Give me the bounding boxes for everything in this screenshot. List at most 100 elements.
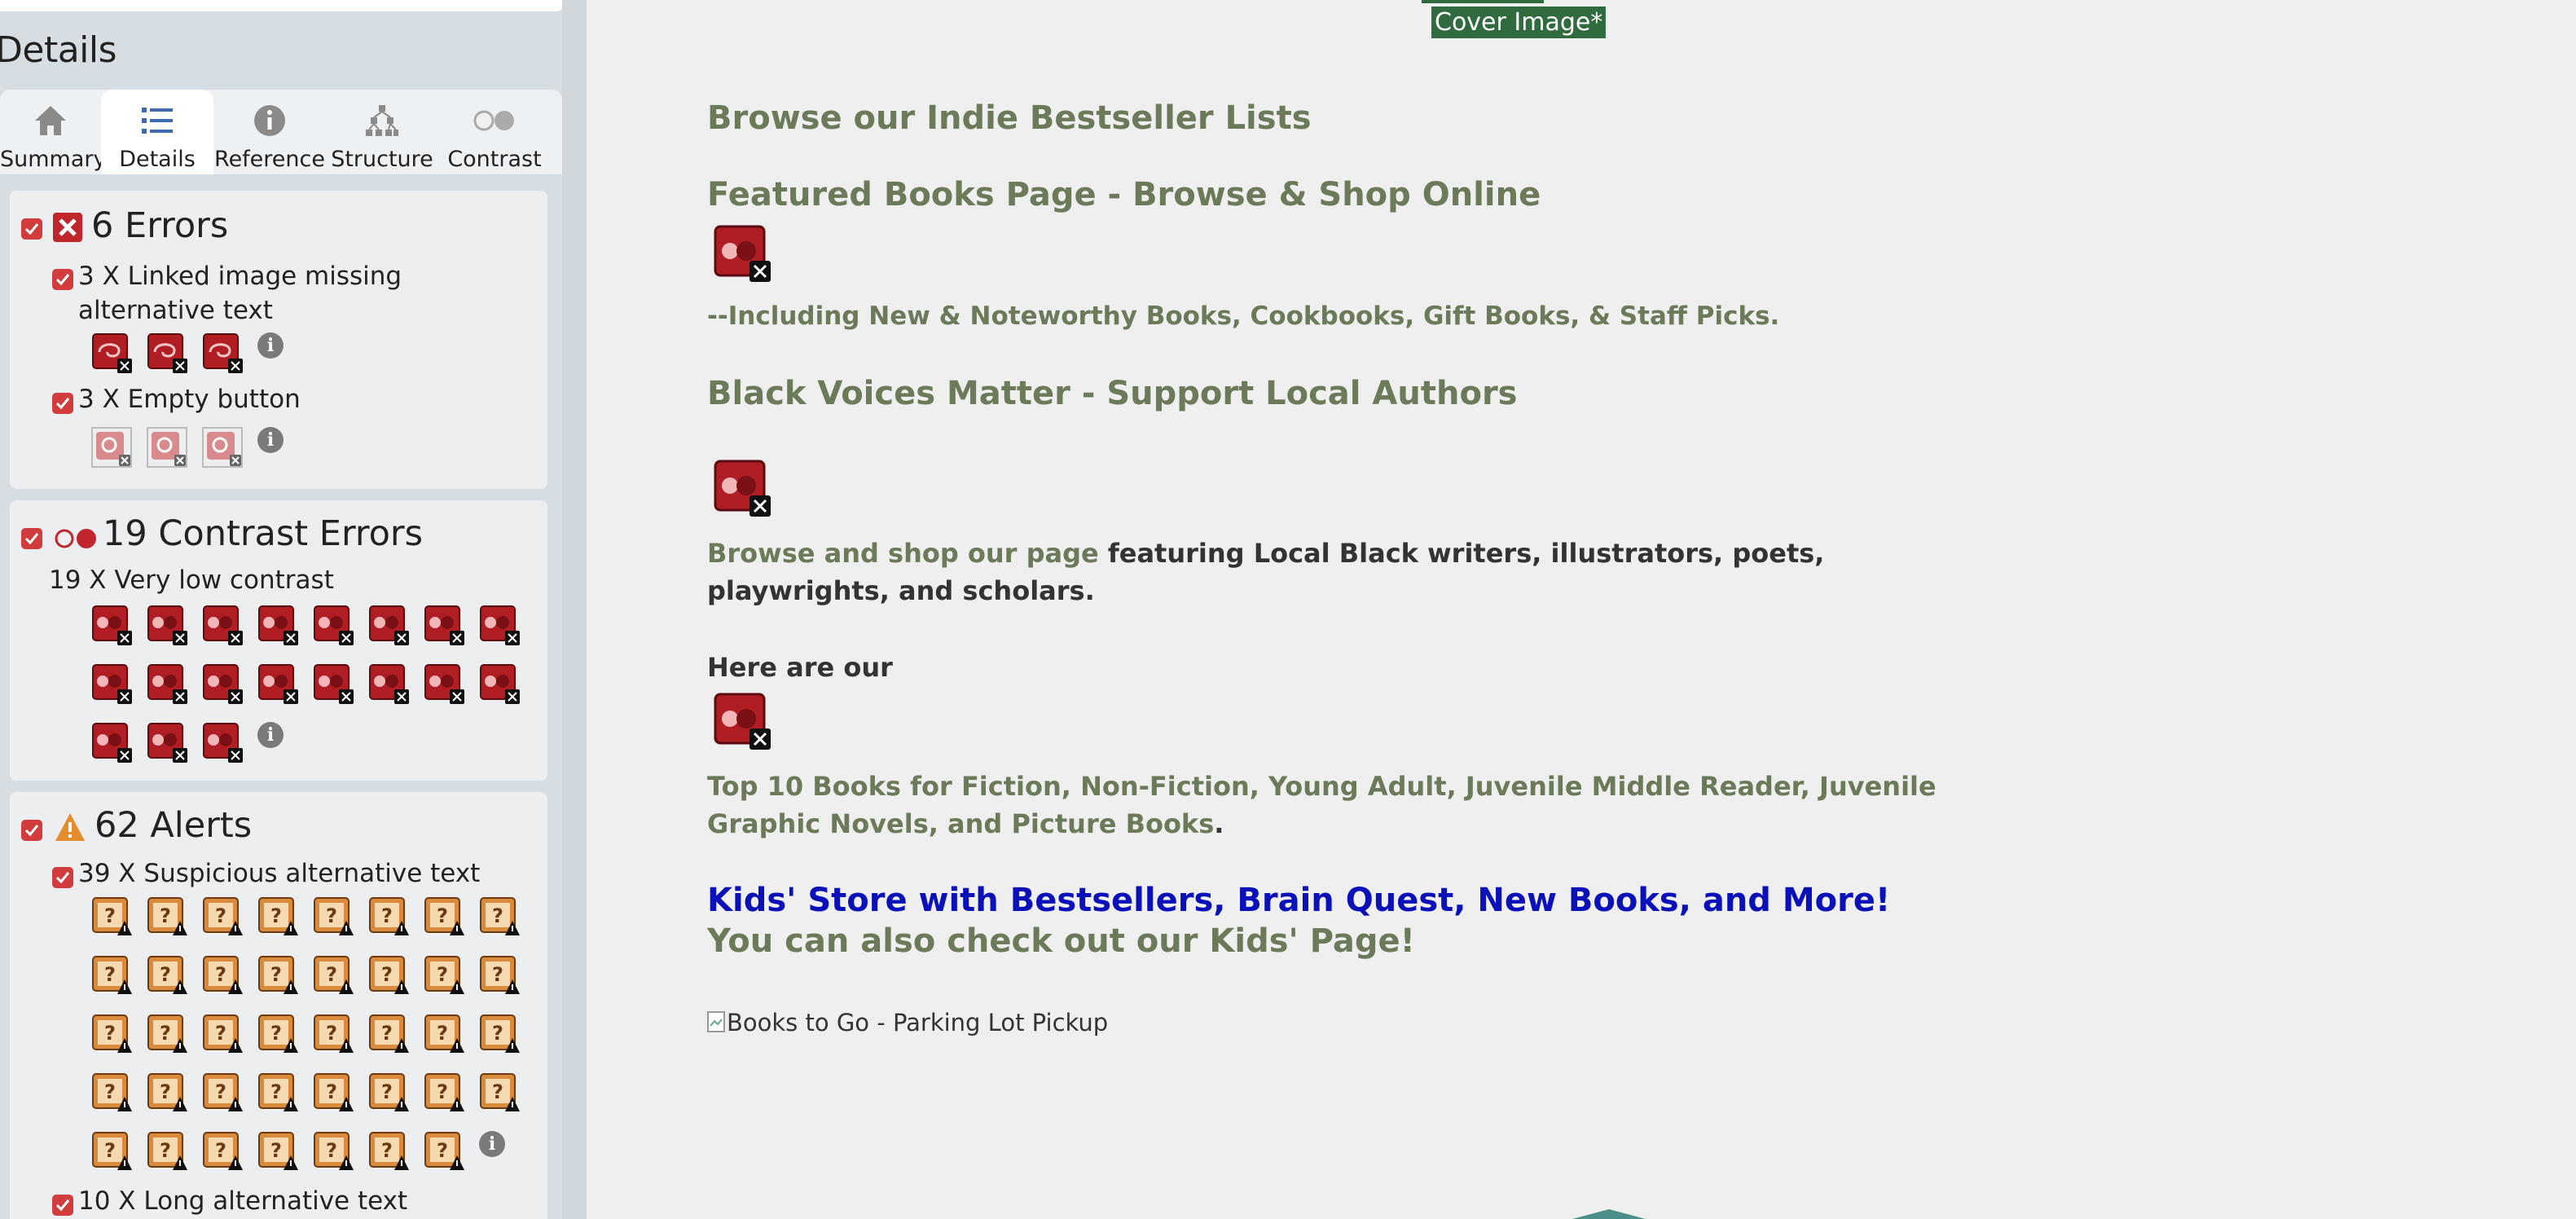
contrast-error-icon[interactable] (202, 722, 244, 764)
suspicious-alt-icon[interactable]: ? (257, 1131, 300, 1173)
contrast-error-icon-cell (147, 663, 202, 722)
tab-reference[interactable]: Reference (213, 90, 326, 174)
tab-reference-label: Reference (214, 147, 325, 172)
tab-structure[interactable]: Structure (326, 90, 438, 174)
tab-contrast[interactable]: Contrast (438, 90, 551, 174)
suspicious-alt-icon[interactable]: ? (91, 955, 134, 997)
empty-button-error-icon[interactable] (202, 427, 244, 469)
contrast-error-icon[interactable] (147, 722, 189, 764)
linked-image-error-icon[interactable] (147, 332, 189, 375)
contrast-error-icon[interactable] (147, 605, 189, 647)
contrast-error-icon[interactable] (313, 605, 355, 647)
empty-button-checkbox[interactable] (52, 393, 73, 414)
tab-details[interactable]: Details (101, 90, 213, 174)
alerts-checkbox[interactable] (21, 820, 42, 841)
suspicious-alt-icon[interactable]: ? (91, 1072, 134, 1115)
suspicious-alt-icon[interactable]: ? (479, 1014, 521, 1056)
suspicious-alt-icon[interactable]: ? (313, 896, 355, 939)
suspicious-alt-icon-cell: ? (202, 955, 257, 1014)
black-voices-heading[interactable]: Black Voices Matter - Support Local Auth… (707, 375, 1517, 412)
suspicious-alt-icon[interactable]: ? (479, 896, 521, 939)
svg-text:?: ? (104, 963, 116, 986)
suspicious-alt-icon[interactable]: ? (202, 955, 244, 997)
contrast-error-icon[interactable] (202, 663, 244, 706)
suspicious-alt-icon[interactable]: ? (313, 955, 355, 997)
check-icon (24, 223, 39, 235)
suspicious-alt-icon[interactable]: ? (202, 896, 244, 939)
suspicious-alt-icon[interactable]: ? (257, 1014, 300, 1056)
suspicious-alt-icon[interactable]: ? (147, 1072, 189, 1115)
contrast-error-marker-icon[interactable] (714, 225, 772, 284)
contrast-error-marker-icon[interactable] (714, 693, 772, 751)
suspicious-alt-icon[interactable]: ? (368, 1131, 411, 1173)
contrast-error-icon[interactable] (91, 605, 134, 647)
suspicious-alt-checkbox[interactable] (52, 867, 73, 888)
info-icon[interactable]: i (257, 722, 284, 748)
browse-lists-heading[interactable]: Browse our Indie Bestseller Lists (707, 99, 1312, 137)
panel-scrollbar[interactable] (562, 0, 587, 1219)
info-icon[interactable]: i (257, 427, 284, 453)
suspicious-alt-icon[interactable]: ? (202, 1014, 244, 1056)
linked-image-checkbox[interactable] (52, 269, 73, 290)
top10-link[interactable]: Top 10 Books for Fiction, Non-Fiction, Y… (707, 771, 1936, 839)
linked-image-error-icon[interactable] (91, 332, 134, 375)
suspicious-alt-icon[interactable]: ? (313, 1014, 355, 1056)
broken-image[interactable]: Books to Go - Parking Lot Pickup (707, 1009, 1108, 1036)
suspicious-alt-icon[interactable]: ? (202, 1072, 244, 1115)
contrast-checkbox[interactable] (21, 528, 42, 549)
contrast-error-icon[interactable] (202, 605, 244, 647)
contrast-error-icon[interactable] (424, 663, 466, 706)
contrast-error-icon[interactable] (313, 663, 355, 706)
suspicious-alt-icon[interactable]: ? (147, 896, 189, 939)
suspicious-alt-icon[interactable]: ? (91, 1131, 134, 1173)
suspicious-alt-icon[interactable]: ? (368, 1014, 411, 1056)
linked-image-error-icon[interactable] (202, 332, 244, 375)
suspicious-alt-icon[interactable]: ? (479, 955, 521, 997)
suspicious-alt-icon[interactable]: ? (424, 955, 466, 997)
contrast-error-icon[interactable] (479, 663, 521, 706)
empty-button-error-icon[interactable] (91, 427, 134, 469)
suspicious-alt-icon[interactable]: ? (368, 896, 411, 939)
contrast-error-icon[interactable] (147, 663, 189, 706)
kids-page-text[interactable]: You can also check out our Kids' Page! (707, 922, 1415, 960)
tab-summary[interactable]: Summary (0, 90, 106, 174)
suspicious-alt-icon[interactable]: ? (424, 1072, 466, 1115)
suspicious-alt-icon[interactable]: ? (257, 955, 300, 997)
contrast-error-icon[interactable] (91, 663, 134, 706)
suspicious-alt-icon[interactable]: ? (368, 1072, 411, 1115)
info-icon[interactable]: i (257, 332, 284, 359)
suspicious-alt-icon[interactable]: ? (479, 1072, 521, 1115)
suspicious-alt-icon[interactable]: ? (91, 896, 134, 939)
contrast-error-icon[interactable] (424, 605, 466, 647)
contrast-error-icon[interactable] (479, 605, 521, 647)
suspicious-alt-icon[interactable]: ? (424, 896, 466, 939)
empty-button-error-icon[interactable] (147, 427, 189, 469)
suspicious-alt-icon[interactable]: ? (313, 1131, 355, 1173)
info-icon[interactable]: i (479, 1131, 505, 1157)
contrast-error-icon[interactable] (91, 722, 134, 764)
suspicious-alt-icon[interactable]: ? (424, 1131, 466, 1173)
browse-shop-link[interactable]: Browse and shop our page (707, 538, 1099, 569)
contrast-error-icon[interactable] (257, 663, 300, 706)
suspicious-alt-icon[interactable]: ? (368, 955, 411, 997)
suspicious-alt-icon[interactable]: ? (424, 1014, 466, 1056)
suspicious-alt-icon[interactable]: ? (313, 1072, 355, 1115)
long-alt-checkbox[interactable] (52, 1195, 73, 1216)
including-text[interactable]: --Including New & Noteworthy Books, Cook… (707, 301, 1779, 331)
contrast-error-icon[interactable] (368, 663, 411, 706)
contrast-error-marker-icon[interactable] (714, 460, 772, 518)
suspicious-alt-icon[interactable]: ? (202, 1131, 244, 1173)
errors-checkbox[interactable] (21, 218, 42, 240)
suspicious-alt-icon[interactable]: ? (147, 955, 189, 997)
contrast-error-icon[interactable] (257, 605, 300, 647)
suspicious-alt-icon[interactable]: ? (91, 1014, 134, 1056)
suspicious-alt-icon[interactable]: ? (147, 1014, 189, 1056)
suspicious-alt-icon[interactable]: ? (257, 896, 300, 939)
featured-books-heading[interactable]: Featured Books Page - Browse & Shop Onli… (707, 176, 1541, 213)
suspicious-alt-icon-cell: ? (368, 1014, 424, 1072)
suspicious-alt-icon[interactable]: ? (257, 1072, 300, 1115)
contrast-error-icon[interactable] (368, 605, 411, 647)
kids-store-link[interactable]: Kids' Store with Bestsellers, Brain Ques… (707, 882, 1890, 919)
svg-text:?: ? (326, 963, 337, 986)
suspicious-alt-icon[interactable]: ? (147, 1131, 189, 1173)
